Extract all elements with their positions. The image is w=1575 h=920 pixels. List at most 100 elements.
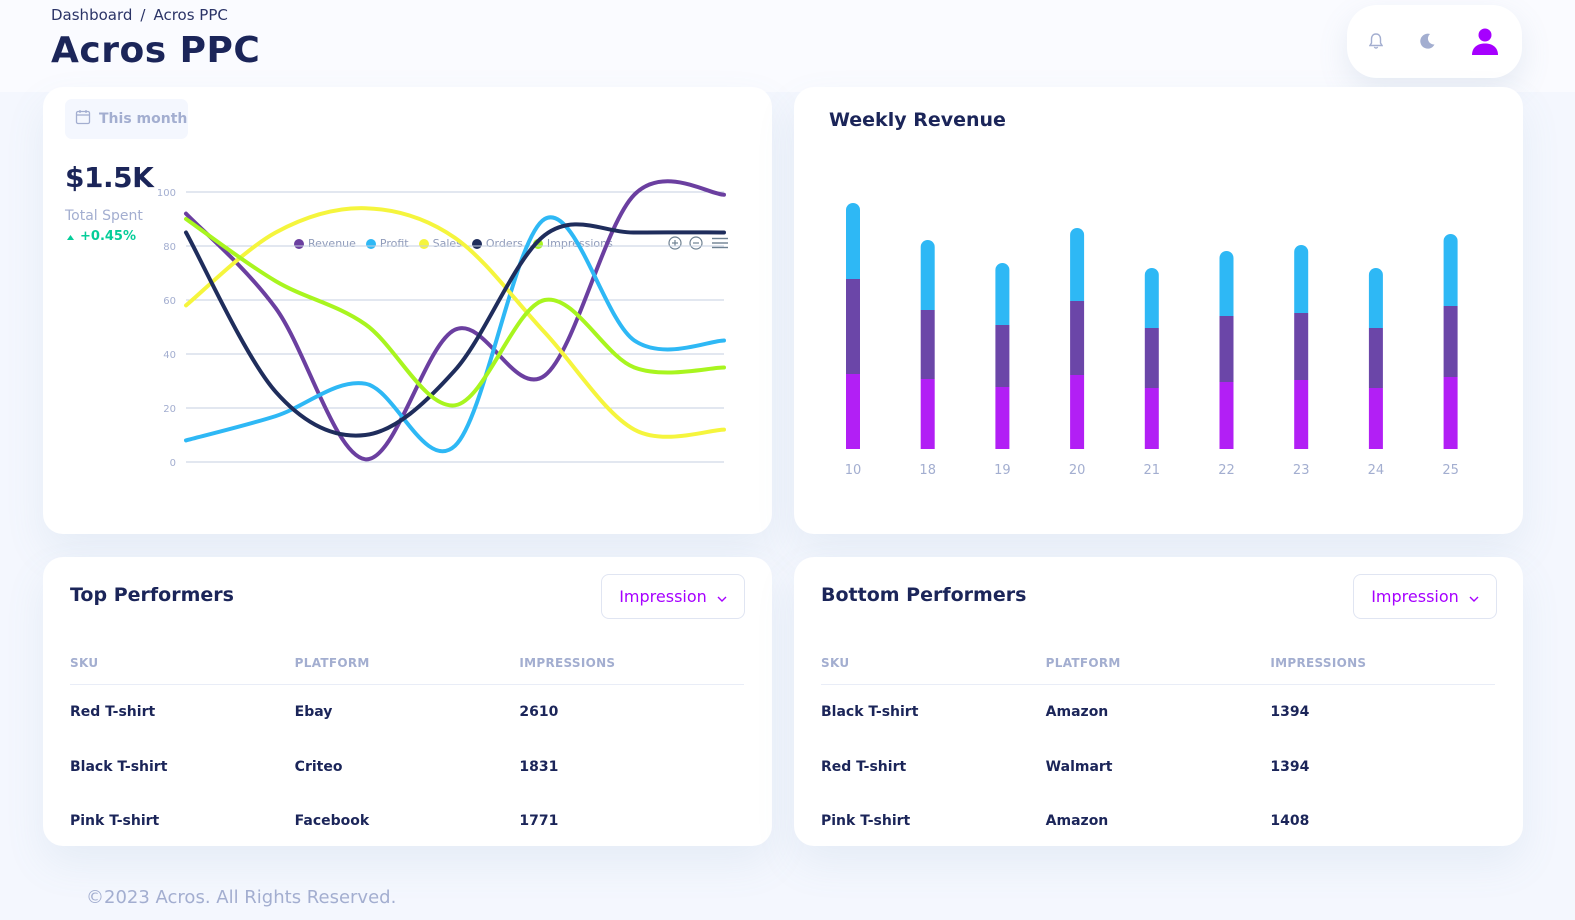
cell-impressions: 2610 <box>519 704 559 721</box>
breadcrumb: Dashboard / Acros PPC <box>51 6 228 24</box>
cell-sku: Pink T-shirt <box>70 813 160 830</box>
bar-segment-bottom[interactable] <box>846 374 860 449</box>
cell-impressions: 1408 <box>1270 813 1310 830</box>
bottom-performers-title: Bottom Performers <box>821 584 1027 606</box>
series-line-sales[interactable] <box>184 206 726 439</box>
user-icon[interactable] <box>1469 25 1501 57</box>
cell-sku: Black T-shirt <box>821 704 919 721</box>
x-tick-label: 19 <box>994 463 1011 478</box>
page-title: Acros PPC <box>51 30 261 71</box>
top-performers-title: Top Performers <box>70 584 234 606</box>
table-row[interactable]: Pink T-shirt Amazon 1408 <box>821 794 1495 849</box>
cell-impressions: 1394 <box>1270 704 1310 721</box>
cell-impressions: 1394 <box>1270 758 1310 775</box>
cell-platform: Amazon <box>1045 704 1109 721</box>
x-tick-label: 21 <box>1144 463 1161 478</box>
bar-segment-middle[interactable] <box>846 279 860 374</box>
bar-segment-middle[interactable] <box>920 310 935 379</box>
x-tick-label: 24 <box>1368 463 1385 478</box>
bar-segment-bottom[interactable] <box>1368 388 1383 449</box>
bar-chart: 10 18 19 20 21 22 23 24 25 <box>845 203 1459 478</box>
table-row[interactable]: Black T-shirt Amazon 1394 <box>821 685 1495 740</box>
navbar-actions <box>1347 5 1522 78</box>
column-header-impressions[interactable]: IMPRESSIONS <box>519 656 744 670</box>
cell-platform: Criteo <box>294 758 343 775</box>
table-row[interactable]: Red T-shirt Ebay 2610 <box>70 685 744 740</box>
breadcrumb-dashboard[interactable]: Dashboard <box>51 6 132 24</box>
y-tick-label: 0 <box>170 458 176 469</box>
select-value: Impression <box>1371 587 1459 606</box>
x-tick-label: 20 <box>1069 463 1086 478</box>
x-tick-label: 18 <box>919 463 936 478</box>
table-header: SKU PLATFORM IMPRESSIONS <box>821 641 1495 685</box>
x-tick-label: 22 <box>1218 463 1235 478</box>
chevron-down-icon <box>717 587 727 606</box>
bar-segment-middle[interactable] <box>1443 306 1458 377</box>
cell-platform: Ebay <box>294 704 333 721</box>
bar-segment-middle[interactable] <box>1294 313 1309 380</box>
footer-copyright: ©2023 Acros. All Rights Reserved. <box>86 887 397 908</box>
bar-segment-middle[interactable] <box>995 325 1010 387</box>
bar-segment-bottom[interactable] <box>1443 377 1458 449</box>
table-row[interactable]: Pink T-shirt Facebook 1771 <box>70 794 744 849</box>
bar-segment-top[interactable] <box>920 240 935 310</box>
bar-segment-bottom[interactable] <box>1219 382 1234 449</box>
bar-segment-top[interactable] <box>1144 268 1159 328</box>
table-row[interactable]: Red T-shirt Walmart 1394 <box>821 740 1495 795</box>
bar-segment-middle[interactable] <box>1368 328 1383 388</box>
cell-sku: Red T-shirt <box>70 704 156 721</box>
cell-sku: Red T-shirt <box>821 758 907 775</box>
bar-segment-middle[interactable] <box>1144 328 1159 388</box>
column-header-sku[interactable]: SKU <box>70 656 295 670</box>
x-tick-label: 10 <box>845 463 862 478</box>
bar-segment-bottom[interactable] <box>1070 375 1085 449</box>
chevron-down-icon <box>1469 587 1479 606</box>
breadcrumb-separator: / <box>140 6 146 24</box>
bar-segment-top[interactable] <box>1368 268 1383 328</box>
bar-segment-middle[interactable] <box>1219 316 1234 382</box>
table-row[interactable]: Black T-shirt Criteo 1831 <box>70 740 744 795</box>
bar-segment-bottom[interactable] <box>995 387 1010 449</box>
cell-impressions: 1771 <box>519 813 559 830</box>
bar-segment-bottom[interactable] <box>1294 380 1309 449</box>
cell-platform: Amazon <box>1045 813 1109 830</box>
bar-segment-top[interactable] <box>1070 228 1085 301</box>
moon-icon[interactable] <box>1417 31 1437 51</box>
y-tick-label: 80 <box>163 242 176 253</box>
top-performers-select[interactable]: Impression <box>601 574 745 619</box>
spend-card: This month $1.5K Total Spent +0.45% Reve… <box>43 87 772 534</box>
bar-segment-top[interactable] <box>1219 251 1234 316</box>
bar-segment-middle[interactable] <box>1070 301 1085 375</box>
y-tick-label: 60 <box>163 296 176 307</box>
y-tick-label: 100 <box>157 188 176 199</box>
select-value: Impression <box>619 587 707 606</box>
page-header: Dashboard / Acros PPC Acros PPC <box>0 0 1575 92</box>
bar-segment-bottom[interactable] <box>1144 388 1159 449</box>
table-header: SKU PLATFORM IMPRESSIONS <box>70 641 744 685</box>
top-performers-table: SKU PLATFORM IMPRESSIONS Red T-shirt Eba… <box>70 641 744 849</box>
bottom-performers-select[interactable]: Impression <box>1353 574 1497 619</box>
bar-segment-top[interactable] <box>1294 245 1309 313</box>
cell-platform: Facebook <box>294 813 370 830</box>
cell-sku: Pink T-shirt <box>821 813 911 830</box>
bottom-performers-card: Bottom Performers Impression SKU PLATFOR… <box>794 557 1523 846</box>
column-header-sku[interactable]: SKU <box>821 656 1046 670</box>
cell-platform: Walmart <box>1045 758 1113 775</box>
series-line-profit[interactable] <box>184 215 726 454</box>
cell-sku: Black T-shirt <box>70 758 168 775</box>
column-header-impressions[interactable]: IMPRESSIONS <box>1270 656 1495 670</box>
y-tick-label: 20 <box>163 404 176 415</box>
bar-segment-bottom[interactable] <box>920 379 935 449</box>
y-tick-label: 40 <box>163 350 176 361</box>
x-tick-label: 25 <box>1442 463 1459 478</box>
column-header-platform[interactable]: PLATFORM <box>295 656 520 670</box>
column-header-platform[interactable]: PLATFORM <box>1046 656 1271 670</box>
line-chart: 0 20 40 60 80 100 <box>157 179 726 469</box>
bell-icon[interactable] <box>1367 31 1385 51</box>
bar-segment-top[interactable] <box>1443 234 1458 306</box>
bar-segment-top[interactable] <box>995 263 1010 325</box>
x-tick-label: 23 <box>1293 463 1310 478</box>
breadcrumb-current: Acros PPC <box>153 6 228 24</box>
top-performers-card: Top Performers Impression SKU PLATFORM I… <box>43 557 772 846</box>
bar-segment-top[interactable] <box>846 203 860 279</box>
